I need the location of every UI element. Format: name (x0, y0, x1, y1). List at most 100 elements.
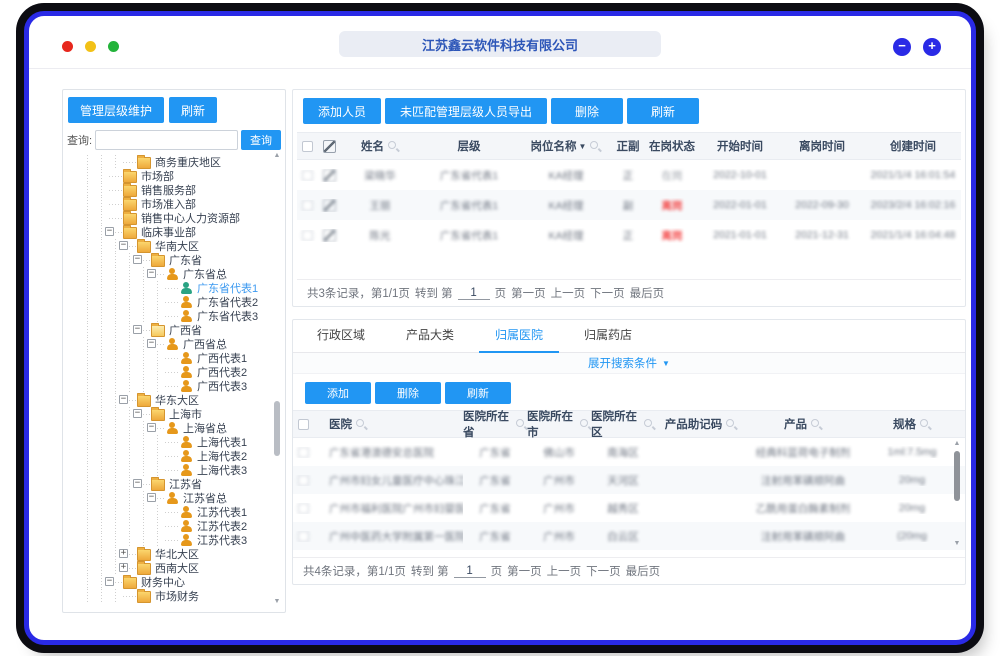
tree-node[interactable]: −上海市 (67, 407, 269, 421)
hospital-row[interactable]: 广东省港澳德安总医院广东省佛山市南海区经典科蓝荷电子制剂1ml:7.5mg (293, 438, 965, 466)
tree-node[interactable]: −广东省总 (67, 267, 269, 281)
manage-level-button[interactable]: 管理层级维护 (68, 97, 164, 123)
tree-node[interactable]: 广东省代表2 (67, 295, 269, 309)
collapse-toggle-icon[interactable]: − (119, 241, 128, 250)
expand-toggle-icon[interactable]: + (119, 563, 128, 572)
last-page-link[interactable]: 最后页 (626, 563, 661, 579)
edit-row-icon[interactable] (323, 169, 336, 182)
tree-node[interactable]: 广东省代表3 (67, 309, 269, 323)
tree-node[interactable]: −广东省 (67, 253, 269, 267)
tree-node[interactable]: 销售服务部 (67, 183, 269, 197)
tree-node[interactable]: 上海代表2 (67, 449, 269, 463)
scroll-down-icon[interactable]: ▼ (274, 598, 281, 606)
zoom-out-button[interactable]: − (893, 38, 911, 56)
collapse-toggle-icon[interactable]: − (105, 227, 114, 236)
tree-node[interactable]: −临床事业部 (67, 225, 269, 239)
scroll-up-icon[interactable]: ▲ (954, 440, 961, 448)
tree-node[interactable]: 江苏代表1 (67, 505, 269, 519)
tree-node[interactable]: 江苏代表3 (67, 533, 269, 547)
tree-node[interactable]: −财务中心 (67, 575, 269, 589)
collapse-toggle-icon[interactable]: − (147, 493, 156, 502)
delete-person-button[interactable]: 删除 (551, 98, 623, 124)
tree-node[interactable]: −广西省总 (67, 337, 269, 351)
tab-2[interactable]: 归属医院 (493, 326, 545, 352)
search-icon[interactable] (516, 419, 527, 430)
search-icon[interactable] (356, 419, 367, 430)
search-icon[interactable] (388, 141, 399, 152)
tab-1[interactable]: 产品大类 (404, 326, 456, 352)
collapse-toggle-icon[interactable]: − (133, 479, 142, 488)
refresh-hospital-button[interactable]: 刷新 (445, 382, 511, 404)
personnel-row[interactable]: 梁晓华广东省代表1KA经理正在岗2022-10-012021/1/4 16:01… (297, 160, 961, 190)
select-all-checkbox[interactable] (302, 141, 313, 152)
collapse-toggle-icon[interactable]: − (147, 423, 156, 432)
prev-page-link[interactable]: 上一页 (551, 285, 586, 301)
add-person-button[interactable]: 添加人员 (303, 98, 381, 124)
first-page-link[interactable]: 第一页 (507, 563, 542, 579)
row-checkbox[interactable] (302, 200, 313, 211)
tree-node[interactable]: 市场财务 (67, 589, 269, 603)
tree-node[interactable]: 上海代表3 (67, 463, 269, 477)
hospital-scrollbar-thumb[interactable] (954, 451, 960, 501)
tree-node[interactable]: −广西省 (67, 323, 269, 337)
search-icon[interactable] (726, 419, 737, 430)
scroll-up-icon[interactable]: ▲ (274, 152, 281, 160)
search-input[interactable] (95, 130, 238, 150)
personnel-row[interactable]: 王丽广东省代表1KA经理副离岗2022-01-012022-09-302023/… (297, 190, 961, 220)
scroll-down-icon[interactable]: ▼ (954, 540, 961, 548)
tree-node[interactable]: 市场部 (67, 169, 269, 183)
close-window-icon[interactable] (62, 41, 73, 52)
row-checkbox[interactable] (302, 230, 313, 241)
refresh-personnel-button[interactable]: 刷新 (627, 98, 699, 124)
tree-node[interactable]: −华东大区 (67, 393, 269, 407)
edit-row-icon[interactable] (323, 199, 336, 212)
search-button[interactable]: 查询 (241, 130, 281, 150)
edit-row-icon[interactable] (323, 229, 336, 242)
maximize-window-icon[interactable] (108, 41, 119, 52)
delete-hospital-button[interactable]: 删除 (375, 382, 441, 404)
expand-search-link[interactable]: 展开搜索条件 ▼ (588, 355, 670, 371)
tree-node[interactable]: 广西代表3 (67, 379, 269, 393)
export-unmatched-button[interactable]: 未匹配管理层级人员导出 (385, 98, 547, 124)
hospital-row[interactable]: 广州市福利医院广州市妇婴医院分院广东省广州市越秀区乙酰用蛋白酶素制剂20mg (293, 494, 965, 522)
tree-node[interactable]: −江苏省总 (67, 491, 269, 505)
collapse-toggle-icon[interactable]: − (119, 395, 128, 404)
tab-3[interactable]: 归属药店 (582, 326, 634, 352)
page-number-input[interactable]: 1 (454, 565, 486, 578)
collapse-toggle-icon[interactable]: − (133, 255, 142, 264)
add-hospital-button[interactable]: 添加 (305, 382, 371, 404)
search-icon[interactable] (644, 419, 655, 430)
tree-node[interactable]: 广东省代表1 (67, 281, 269, 295)
page-number-input[interactable]: 1 (458, 287, 490, 300)
tab-0[interactable]: 行政区域 (315, 326, 367, 352)
row-checkbox[interactable] (298, 531, 309, 542)
tree-node[interactable]: 广西代表1 (67, 351, 269, 365)
search-icon[interactable] (811, 419, 822, 430)
last-page-link[interactable]: 最后页 (630, 285, 665, 301)
tree-node[interactable]: +西南大区 (67, 561, 269, 575)
tree-scrollbar-thumb[interactable] (274, 401, 280, 456)
next-page-link[interactable]: 下一页 (590, 285, 625, 301)
select-all-checkbox[interactable] (298, 419, 309, 430)
tree-node[interactable]: 广西代表2 (67, 365, 269, 379)
tree-node[interactable]: 市场准入部 (67, 197, 269, 211)
tree-node[interactable]: 上海代表1 (67, 435, 269, 449)
zoom-in-button[interactable]: + (923, 38, 941, 56)
search-icon[interactable] (920, 419, 931, 430)
tree-node[interactable]: −江苏省 (67, 477, 269, 491)
tree-node[interactable]: +华北大区 (67, 547, 269, 561)
tree-node[interactable]: 商务重庆地区 (67, 155, 269, 169)
row-checkbox[interactable] (298, 475, 309, 486)
sort-desc-icon[interactable]: ▼ (579, 142, 587, 151)
minimize-window-icon[interactable] (85, 41, 96, 52)
hospital-row[interactable]: 广州市妇女儿童医疗中心珠江新城广东省广州市天河区注射用苯磺顺阿曲20mg (293, 466, 965, 494)
search-icon[interactable] (590, 141, 601, 152)
next-page-link[interactable]: 下一页 (586, 563, 621, 579)
hospital-table-scrollbar[interactable]: ▲ ▼ (951, 440, 963, 548)
collapse-toggle-icon[interactable]: − (147, 339, 156, 348)
tree-node[interactable]: −上海省总 (67, 421, 269, 435)
first-page-link[interactable]: 第一页 (511, 285, 546, 301)
collapse-toggle-icon[interactable]: − (105, 577, 114, 586)
tree-node[interactable]: 销售中心人力资源部 (67, 211, 269, 225)
row-checkbox[interactable] (302, 170, 313, 181)
